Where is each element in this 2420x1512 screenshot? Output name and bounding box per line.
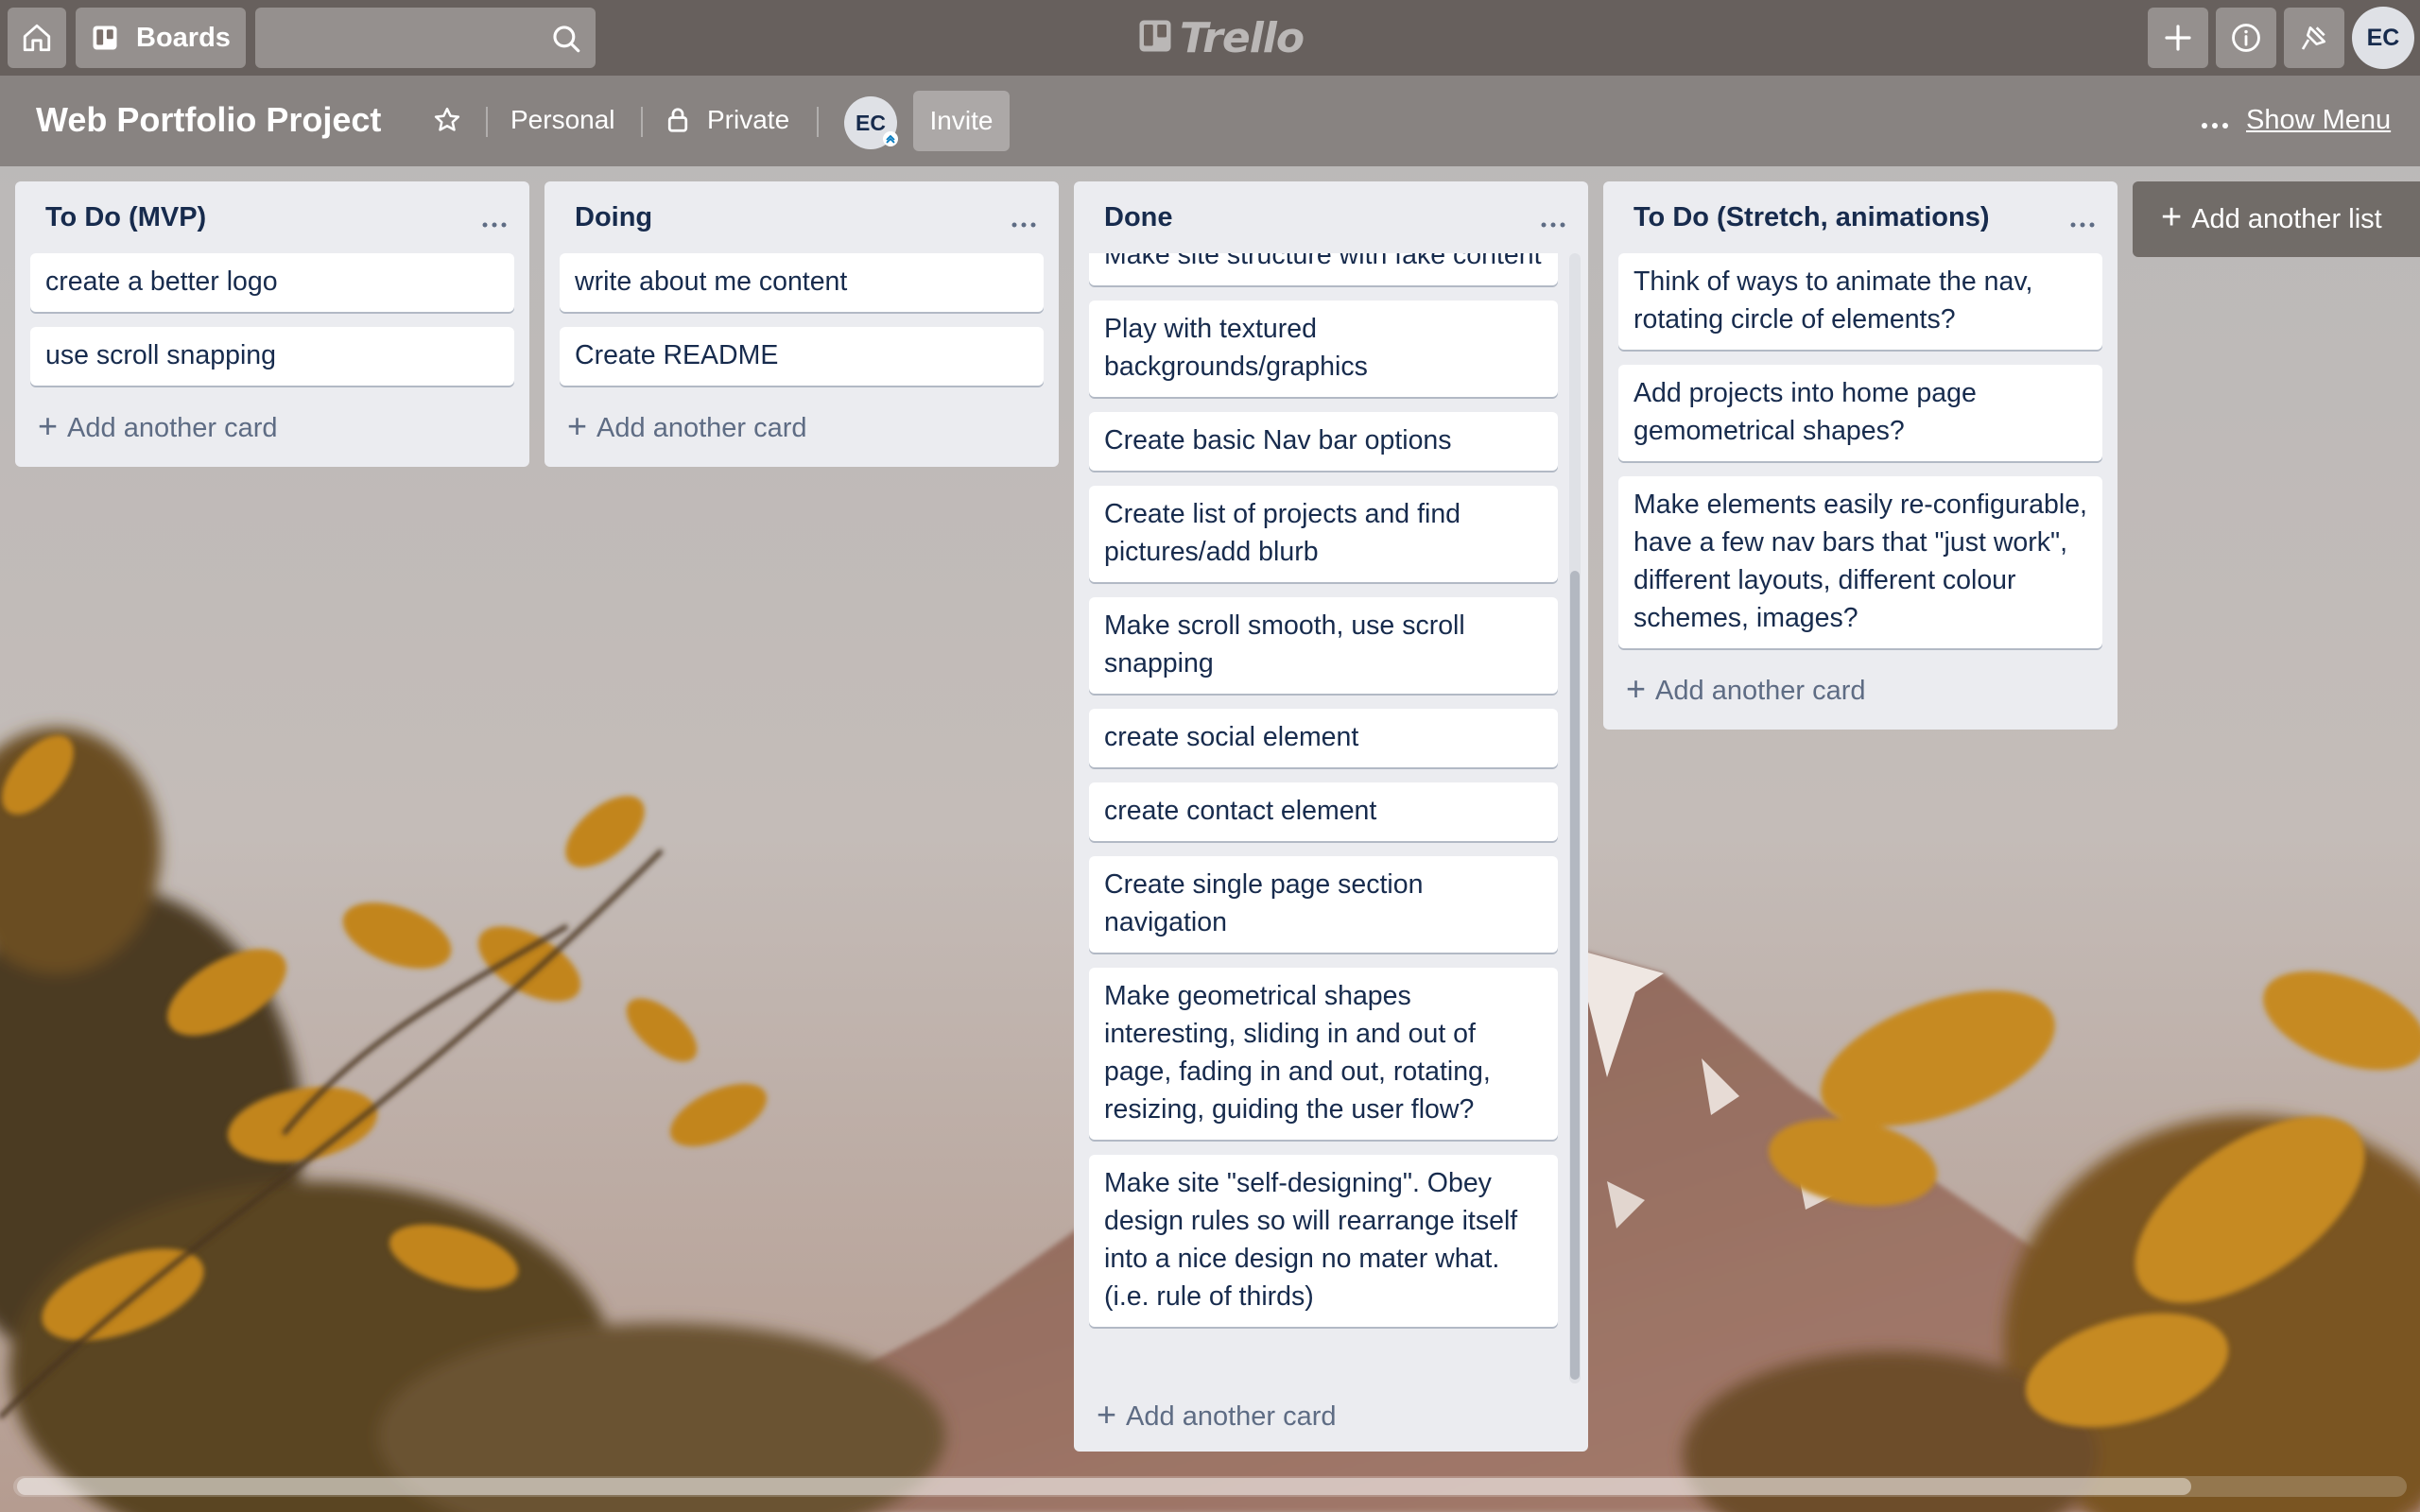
card-list: create a better logo use scroll snapping: [15, 253, 529, 386]
card[interactable]: Make scroll smooth, use scroll snapping: [1089, 597, 1558, 694]
card[interactable]: use scroll snapping: [30, 327, 514, 386]
home-button[interactable]: [8, 8, 66, 68]
list-to-do-mvp: To Do (MVP) create a better logo use scr…: [15, 181, 529, 467]
card[interactable]: Play with textured backgrounds/graphics: [1089, 301, 1558, 397]
board-header: Web Portfolio Project Personal Private E…: [0, 76, 2420, 166]
add-card-button[interactable]: + Add another card: [544, 401, 1059, 455]
search-icon[interactable]: [550, 23, 582, 60]
list-actions-icon[interactable]: [2070, 215, 2095, 232]
header-divider: [486, 107, 488, 137]
card-scroll-area[interactable]: Make site structure with fake content Pl…: [1074, 253, 1588, 1383]
boards-button[interactable]: Boards: [76, 8, 246, 68]
card[interactable]: Create README: [560, 327, 1044, 386]
card-list: Make site structure with fake content Pl…: [1074, 253, 1573, 1342]
trello-logo-text: Trello: [1180, 13, 1305, 62]
board-title[interactable]: Web Portfolio Project: [36, 94, 381, 146]
add-card-button[interactable]: + Add another card: [1603, 663, 2118, 718]
card-list: Think of ways to animate the nav, rotati…: [1603, 253, 2118, 648]
list-header: To Do (Stretch, animations): [1603, 181, 2118, 253]
scrollbar-thumb[interactable]: [17, 1478, 2191, 1495]
information-button[interactable]: [2216, 8, 2276, 68]
more-dots-icon[interactable]: [2201, 117, 2229, 134]
list-actions-icon[interactable]: [1541, 215, 1565, 232]
top-navigation-bar: Boards Trello EC: [0, 0, 2420, 76]
list-header: Doing: [544, 181, 1059, 253]
card[interactable]: write about me content: [560, 253, 1044, 312]
info-icon: [2230, 22, 2262, 54]
show-menu-button[interactable]: Show Menu: [2246, 94, 2391, 146]
add-card-label: Add another card: [1126, 1400, 1337, 1432]
card[interactable]: Make site "self-designing". Obey design …: [1089, 1155, 1558, 1327]
list-title[interactable]: To Do (Stretch, animations): [1634, 198, 1989, 236]
list-doing: Doing write about me content Create READ…: [544, 181, 1059, 467]
plus-icon: +: [1626, 669, 1647, 708]
admin-chevron-icon: [882, 128, 899, 153]
list-header: To Do (MVP): [15, 181, 529, 253]
card[interactable]: create contact element: [1089, 782, 1558, 841]
add-card-button[interactable]: + Add another card: [1074, 1383, 1588, 1450]
search-field[interactable]: [255, 8, 596, 68]
invite-button[interactable]: Invite: [913, 91, 1010, 151]
card[interactable]: Create list of projects and find picture…: [1089, 486, 1558, 582]
list-header: Done: [1074, 181, 1588, 253]
create-button[interactable]: [2148, 8, 2208, 68]
search-input[interactable]: [255, 8, 529, 68]
header-divider: [641, 107, 643, 137]
plus-icon: +: [2161, 197, 2183, 237]
add-card-button[interactable]: + Add another card: [15, 401, 529, 455]
plus-icon: +: [38, 406, 59, 445]
team-button[interactable]: Personal: [510, 94, 615, 146]
notification-bell-icon: [2299, 23, 2329, 53]
card[interactable]: Make elements easily re-configurable, ha…: [1618, 476, 2102, 648]
board-member-avatar[interactable]: EC: [844, 96, 898, 149]
add-list-button[interactable]: + Add another list: [2133, 181, 2420, 257]
list-title[interactable]: Done: [1104, 198, 1173, 236]
list-title[interactable]: To Do (MVP): [45, 198, 206, 236]
card[interactable]: Create basic Nav bar options: [1089, 412, 1558, 471]
plus-icon: +: [567, 406, 588, 445]
card[interactable]: Make geometrical shapes interesting, sli…: [1089, 968, 1558, 1140]
add-list-label: Add another list: [2191, 203, 2382, 234]
card[interactable]: Make site structure with fake content: [1089, 253, 1558, 285]
header-divider: [817, 107, 819, 137]
lock-icon: [666, 106, 690, 139]
home-icon: [21, 22, 53, 54]
card[interactable]: Create single page section navigation: [1089, 856, 1558, 953]
trello-logo[interactable]: Trello: [1138, 13, 1305, 62]
vertical-scrollbar[interactable]: [1569, 253, 1581, 1383]
card-list: write about me content Create README: [544, 253, 1059, 386]
star-icon: [433, 106, 461, 139]
card[interactable]: Add projects into home page gemometrical…: [1618, 365, 2102, 461]
scrollbar-thumb[interactable]: [1570, 571, 1580, 1380]
card[interactable]: Think of ways to animate the nav, rotati…: [1618, 253, 2102, 350]
plus-icon: +: [1097, 1395, 1117, 1434]
list-actions-icon[interactable]: [482, 215, 507, 232]
list-actions-icon[interactable]: [1011, 215, 1036, 232]
list-title[interactable]: Doing: [575, 198, 652, 236]
add-card-label: Add another card: [67, 412, 278, 443]
list-to-do-stretch: To Do (Stretch, animations) Think of way…: [1603, 181, 2118, 730]
trello-logo-icon: [1138, 19, 1172, 58]
add-card-label: Add another card: [1655, 675, 1866, 706]
visibility-button[interactable]: Private: [707, 94, 789, 146]
add-card-label: Add another card: [596, 412, 807, 443]
boards-label: Boards: [136, 22, 231, 53]
horizontal-scrollbar[interactable]: [13, 1476, 2407, 1497]
card[interactable]: create a better logo: [30, 253, 514, 312]
notifications-button[interactable]: [2284, 8, 2344, 68]
card[interactable]: create social element: [1089, 709, 1558, 767]
list-done: Done Make site structure with fake conte…: [1074, 181, 1588, 1452]
boards-icon: [91, 24, 119, 52]
star-board-button[interactable]: [424, 98, 471, 146]
user-avatar[interactable]: EC: [2352, 7, 2414, 69]
plus-icon: [2163, 23, 2193, 53]
